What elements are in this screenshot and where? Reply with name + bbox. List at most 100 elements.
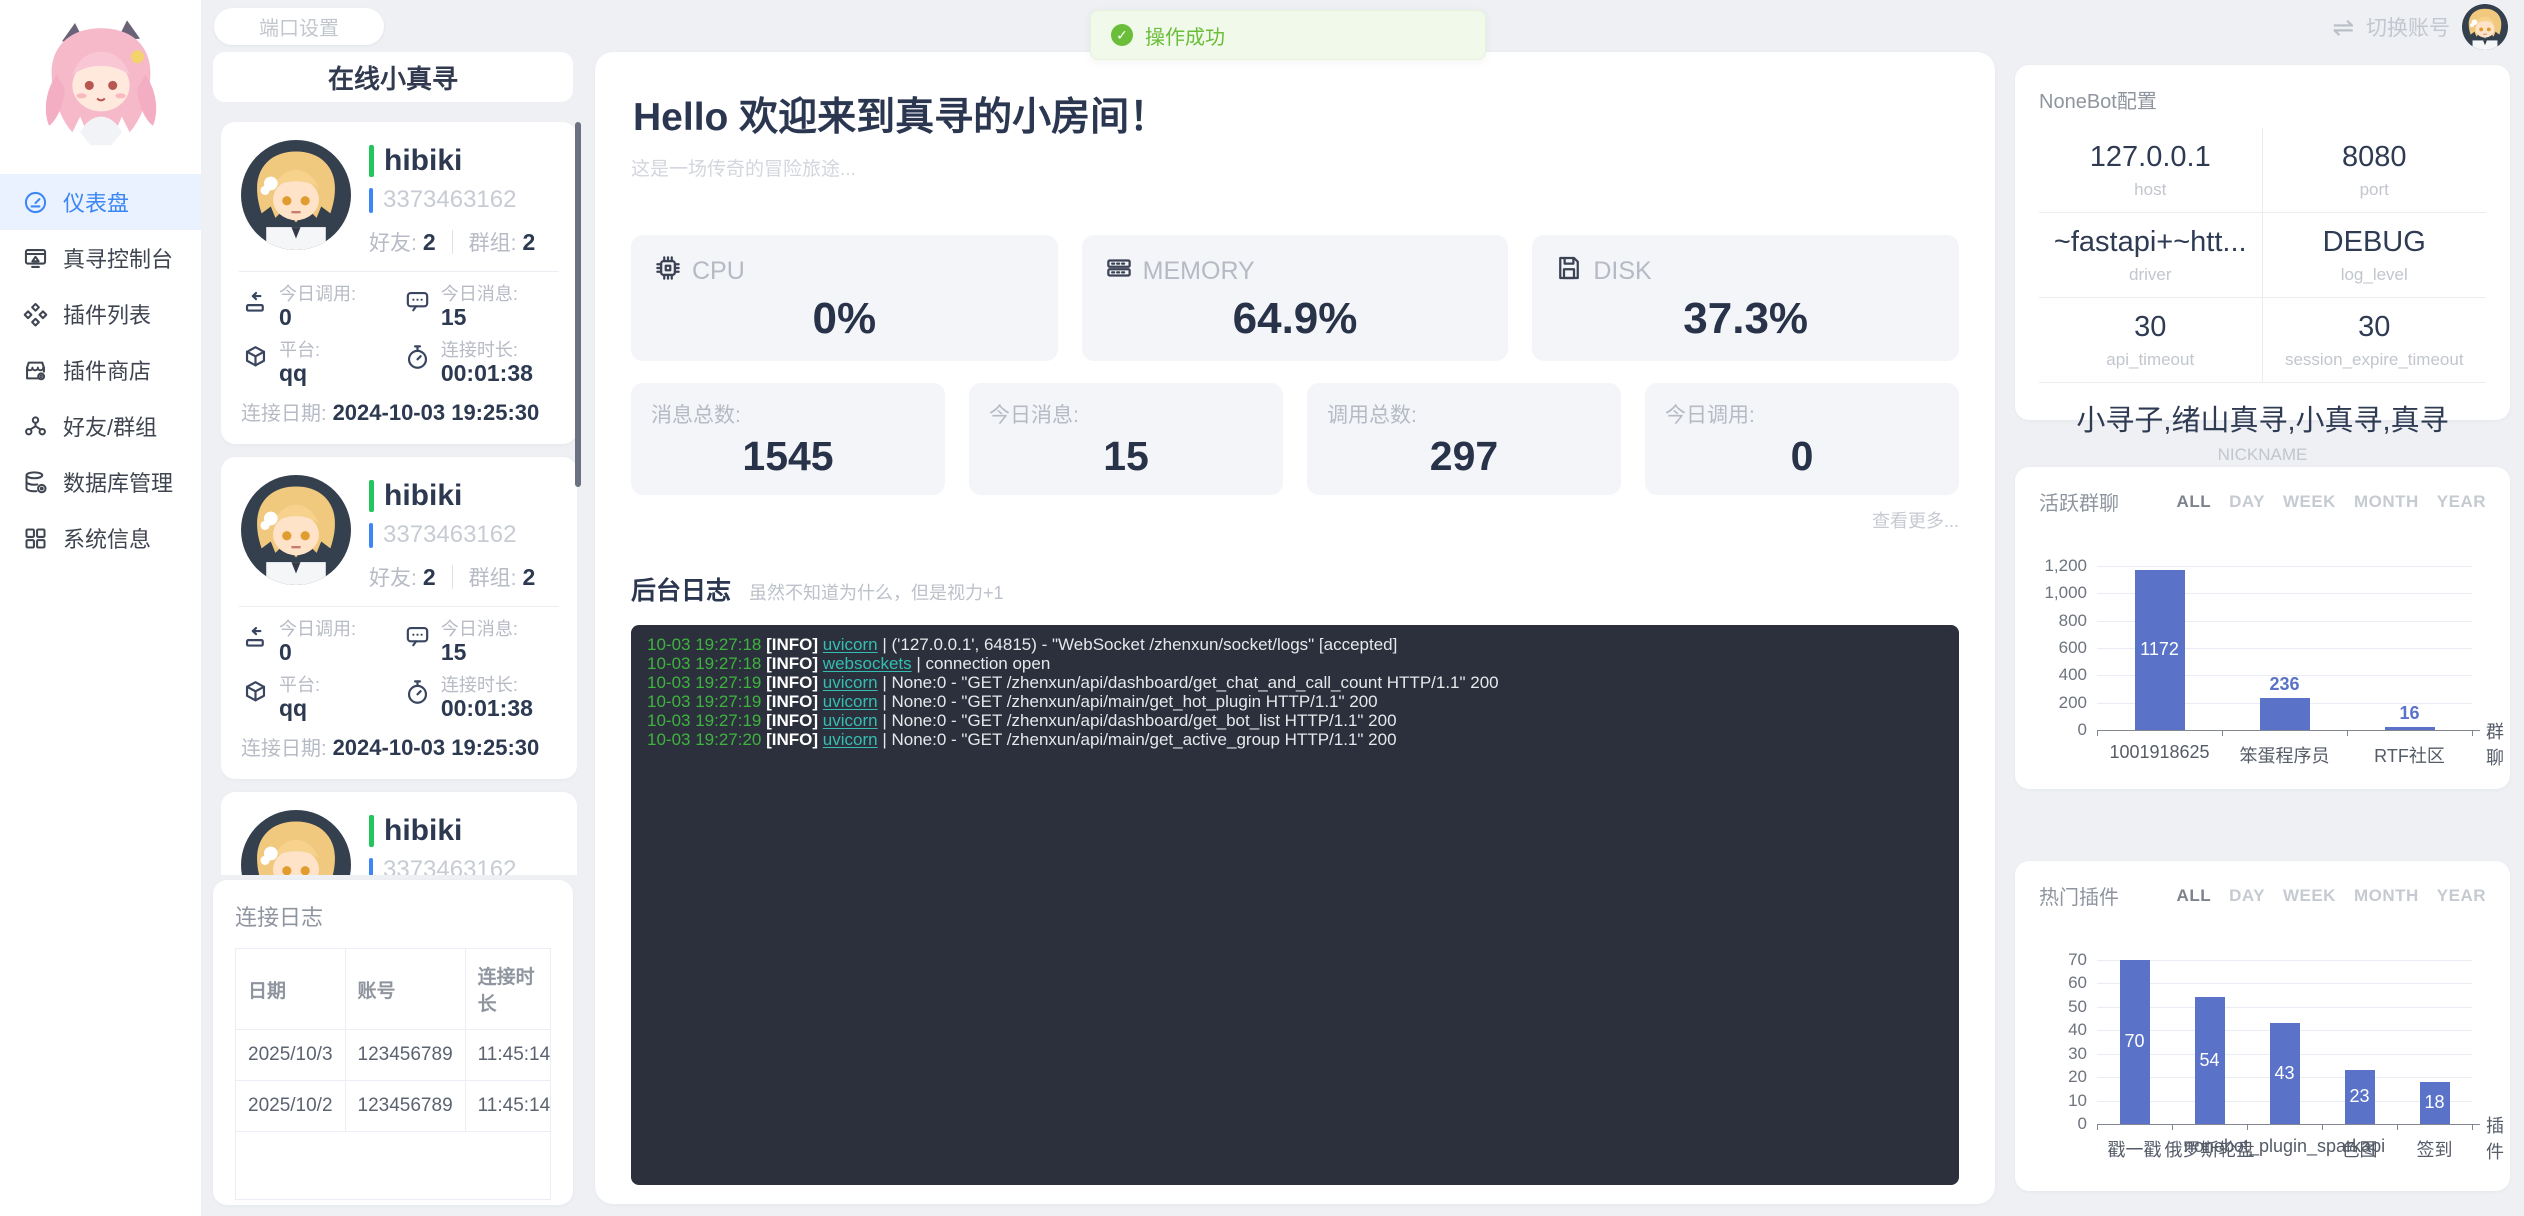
- chart-tab-day[interactable]: DAY: [2229, 492, 2265, 512]
- stat-label: 今日调用:: [1665, 399, 1939, 429]
- config-cell-session_expire_timeout: 30 session_expire_timeout: [2263, 298, 2487, 383]
- y-axis-tick: 60: [2039, 973, 2087, 993]
- x-axis-line: [2097, 1124, 2480, 1125]
- connection-log-table: 日期账号连接时长2025/10/312345678911:45:142025/1…: [235, 948, 551, 1200]
- chart-tab-year[interactable]: YEAR: [2437, 886, 2486, 906]
- config-value: 30: [2045, 311, 2256, 344]
- bot-stat: 今日消息: 15: [403, 619, 557, 665]
- config-cell-api_timeout: 30 api_timeout: [2039, 298, 2263, 383]
- sidebar-item-label: 真寻控制台: [63, 242, 173, 274]
- resource-value: 0%: [653, 294, 1036, 344]
- stat-label: 今日调用:: [279, 284, 356, 304]
- log-terminal[interactable]: 10-03 19:27:18 [INFO] uvicorn | ('127.0.…: [631, 625, 1959, 1185]
- chart-tab-all[interactable]: ALL: [2177, 492, 2212, 512]
- bot-list-scrollbar[interactable]: [575, 122, 581, 487]
- check-circle-icon: ✓: [1111, 24, 1133, 46]
- platform-icon: [241, 675, 270, 712]
- x-axis-tickmark: [2347, 730, 2348, 736]
- chart-tab-month[interactable]: MONTH: [2354, 886, 2419, 906]
- y-axis-tick: 200: [2039, 693, 2087, 713]
- chart-tab-day[interactable]: DAY: [2229, 886, 2265, 906]
- bar[interactable]: [2260, 698, 2310, 730]
- sidebar-item-dashboard[interactable]: 仪表盘: [0, 174, 201, 230]
- sidebar-item-plugin-list[interactable]: 插件列表: [0, 286, 201, 342]
- stat-label: 连接时长:: [441, 340, 533, 360]
- connection-log-card: 连接日志 日期账号连接时长2025/10/312345678911:45:142…: [213, 880, 573, 1205]
- x-axis-tickmark: [2097, 1124, 2098, 1130]
- stat-value: 00:01:38: [441, 695, 533, 721]
- port-settings-button[interactable]: 端口设置: [214, 8, 384, 45]
- chart-tab-all[interactable]: ALL: [2177, 886, 2212, 906]
- config-label: log_level: [2269, 265, 2481, 285]
- chart-title: 热门插件: [2039, 881, 2119, 910]
- config-value: 30: [2269, 311, 2481, 344]
- bot-card[interactable]: hibiki 3373463162 好友:2群组:2 今日调用: 0 今日消息:…: [221, 457, 577, 779]
- nickname-label: NICKNAME: [2039, 445, 2486, 465]
- y-axis-tick: 1,200: [2039, 556, 2087, 576]
- message-icon: [403, 284, 432, 321]
- stat-value: 00:01:38: [441, 360, 533, 386]
- y-axis-tick: 400: [2039, 665, 2087, 685]
- bot-card[interactable]: hibiki 3373463162 好友:2群组:2 今日调用: 0 今日消息:…: [221, 122, 577, 444]
- config-cell-log_level: DEBUG log_level: [2263, 213, 2487, 298]
- view-more-link[interactable]: 查看更多...: [631, 507, 1959, 533]
- bot-column: 端口设置 在线小真寻 hibiki 3373463162 好友:2群组:2 今日…: [209, 0, 585, 1216]
- x-axis-tickmark: [2472, 730, 2473, 736]
- sidebar-item-plugin-store[interactable]: 插件商店: [0, 342, 201, 398]
- sidebar-item-console[interactable]: 真寻控制台: [0, 230, 201, 286]
- y-axis-tick: 800: [2039, 611, 2087, 631]
- bot-stats: 今日调用: 0 今日消息: 15 平台: qq 连接时长: 00:01:38: [241, 619, 557, 721]
- switch-account-button[interactable]: ⇌ 切换账号: [2332, 4, 2508, 50]
- log-line: 10-03 19:27:19 [INFO] uvicorn | None:0 -…: [647, 692, 1943, 711]
- nonebot-config-grid: 127.0.0.1 host 8080 port ~fastapi+~htt..…: [2039, 128, 2486, 383]
- stat-value: 297: [1327, 433, 1601, 480]
- x-axis-tickmark: [2172, 1124, 2173, 1130]
- bot-stats: 今日调用: 0 今日消息: 15 平台: qq 连接时长: 00:01:38: [241, 284, 557, 386]
- name-accent-bar: [369, 145, 374, 177]
- stopwatch-icon: [403, 675, 432, 712]
- chart-tab-week[interactable]: WEEK: [2283, 492, 2336, 512]
- config-cell-port: 8080 port: [2263, 128, 2487, 213]
- dashboard-icon: [22, 189, 49, 216]
- sidebar-item-friends-groups[interactable]: 好友/群组: [0, 398, 201, 454]
- chart-range-tabs: ALL DAY WEEK MONTH YEAR: [2177, 492, 2486, 512]
- disk-icon: [1554, 253, 1584, 290]
- nonebot-config-card: NoneBot配置 127.0.0.1 host 8080 port ~fast…: [2015, 65, 2510, 420]
- table-cell: 123456789: [345, 1030, 465, 1081]
- resource-cards: CPU 0% MEMORY 64.9% DISK 37.3%: [631, 235, 1959, 361]
- account-avatar[interactable]: [2462, 4, 2508, 50]
- console-icon: [22, 245, 49, 272]
- sidebar-item-label: 系统信息: [63, 522, 151, 554]
- resource-label: MEMORY: [1143, 257, 1255, 286]
- resource-label: CPU: [692, 257, 745, 286]
- stat-value: 0: [279, 639, 356, 665]
- bot-list[interactable]: hibiki 3373463162 好友:2群组:2 今日调用: 0 今日消息:…: [221, 122, 577, 875]
- table-row[interactable]: 2025/10/212345678911:45:14: [236, 1081, 551, 1132]
- stat-value: qq: [279, 360, 320, 386]
- chart-tab-month[interactable]: MONTH: [2354, 492, 2419, 512]
- name-accent-bar: [369, 480, 374, 512]
- axis-name: 群聊: [2486, 718, 2504, 770]
- bot-card[interactable]: hibiki 3373463162 好友:2群组:2: [221, 792, 577, 875]
- bar-value-label: 236: [2245, 674, 2325, 695]
- chart-tab-year[interactable]: YEAR: [2437, 492, 2486, 512]
- sidebar-item-system-info[interactable]: 系统信息: [0, 510, 201, 566]
- x-axis-line: [2097, 730, 2480, 731]
- y-axis-tick: 600: [2039, 638, 2087, 658]
- sidebar-item-label: 好友/群组: [63, 410, 157, 442]
- cpu-icon: [653, 253, 683, 290]
- stat-value: 1545: [651, 433, 925, 480]
- bot-stat: 连接时长: 00:01:38: [403, 675, 557, 721]
- sidebar-item-database[interactable]: 数据库管理: [0, 454, 201, 510]
- id-accent-bar: [369, 523, 373, 548]
- bar-value-label: 18: [2395, 1092, 2475, 1113]
- x-axis-tickmark: [2222, 730, 2223, 736]
- table-column-header: 日期: [236, 949, 345, 1030]
- success-toast: ✓ 操作成功: [1090, 10, 1486, 60]
- bar[interactable]: [2385, 727, 2435, 730]
- chart-tab-week[interactable]: WEEK: [2283, 886, 2336, 906]
- divider: [239, 271, 559, 272]
- table-row[interactable]: 2025/10/312345678911:45:14: [236, 1030, 551, 1081]
- bot-connect-date: 连接日期:2024-10-03 19:25:30: [241, 732, 557, 761]
- bar-chart: 02004006008001,0001,20011721001918625236…: [2039, 522, 2486, 772]
